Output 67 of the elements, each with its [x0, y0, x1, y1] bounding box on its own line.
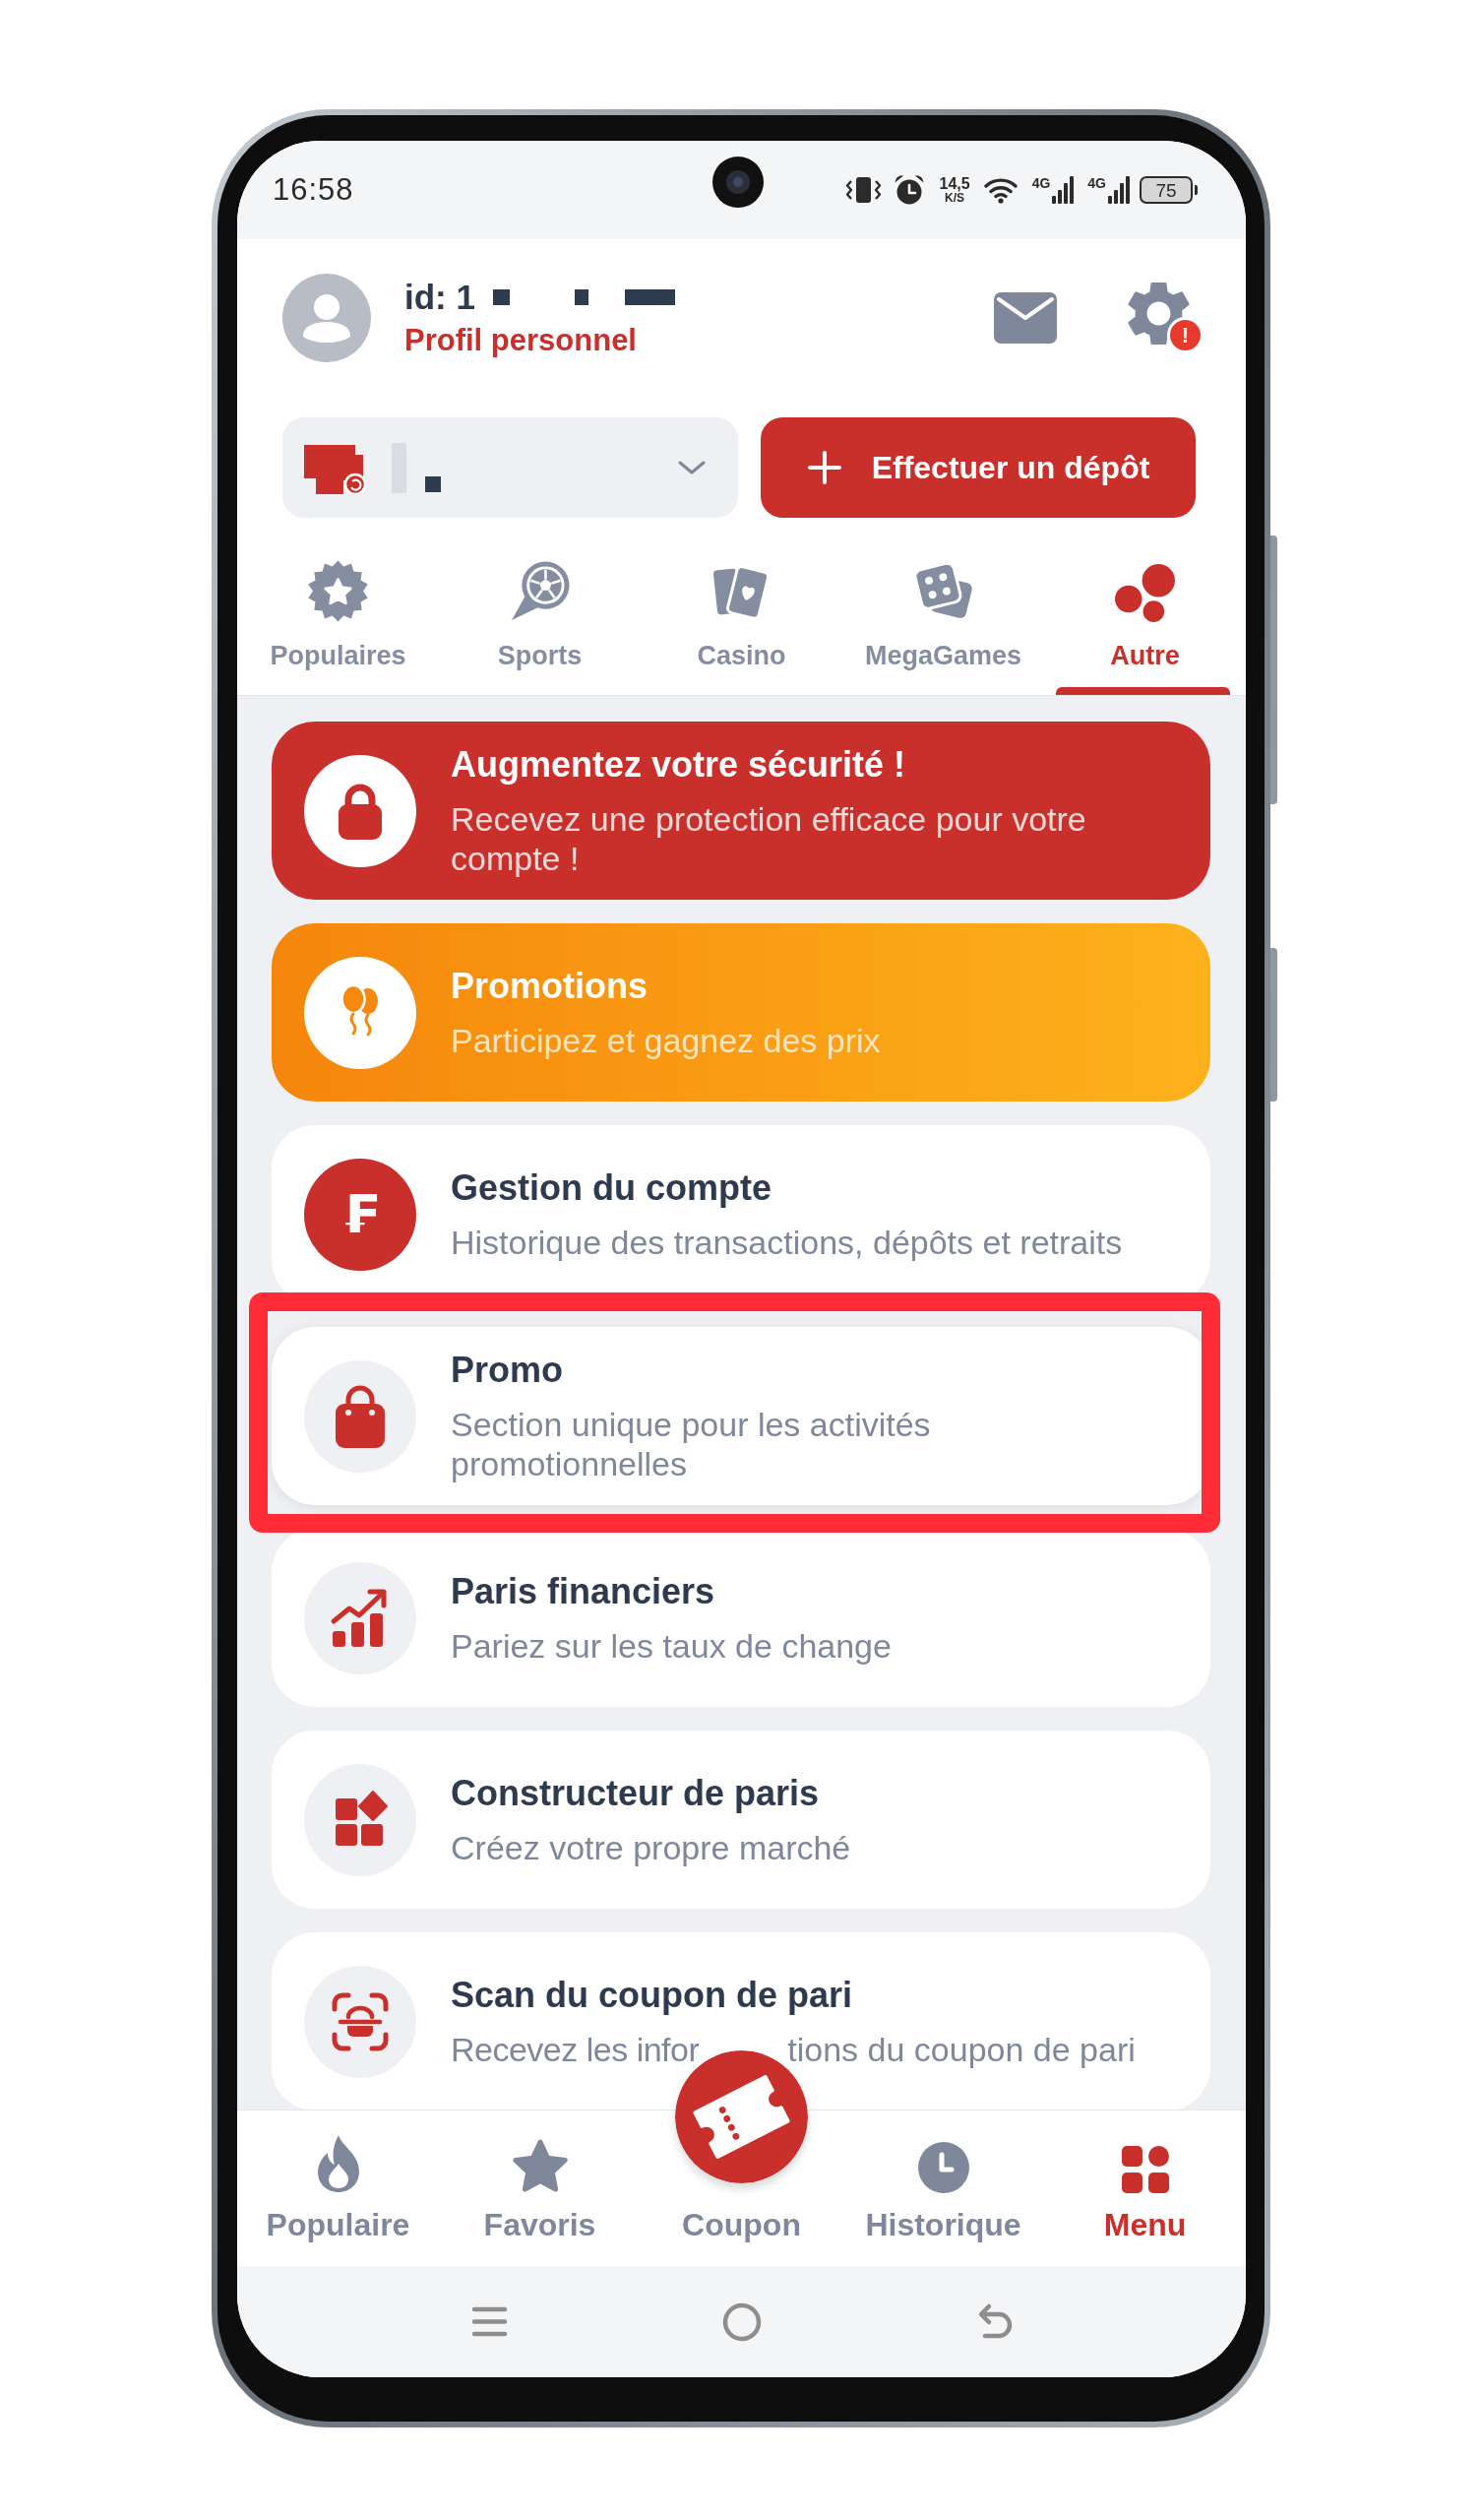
speed-unit: K/S [945, 192, 965, 205]
camera-icon [712, 157, 764, 208]
star-badge-icon [307, 560, 369, 622]
redaction-block [492, 289, 510, 305]
category-tab[interactable]: Autre [1044, 518, 1246, 695]
card-subtitle: tions du coupon de pari [787, 2030, 1136, 2069]
soccer-ball-icon [510, 560, 570, 622]
profile-link[interactable]: Profil personnel [404, 321, 675, 360]
card-subtitle: Pariez sur les taux de change [451, 1626, 893, 1666]
star-icon [510, 2137, 570, 2193]
card-subtitle: Historique des transactions, dépôts et retraits [451, 1223, 1124, 1262]
nav-tab[interactable]: Historique [842, 2110, 1044, 2266]
battery-indicator: 75 [1140, 176, 1198, 204]
redaction-block [574, 289, 588, 305]
clock-time: 16:58 [273, 170, 354, 209]
network-speed: 14,5 [939, 175, 970, 192]
card-title: Scan du coupon de pari [451, 1974, 854, 2017]
card-title: Gestion du compte [451, 1166, 773, 1210]
menu-card[interactable]: Constructeur de paris Créez votre propre marché [272, 1731, 1210, 1909]
network-type: 4G [1031, 176, 1051, 190]
currency-symbol: ₣ [304, 1158, 416, 1271]
nav-tab[interactable]: Populaire [237, 2110, 439, 2266]
card-title: Augmentez votre sécurité ! [451, 743, 907, 787]
card-subtitle: Section unique pour les activités promotionnelles [451, 1405, 932, 1483]
avatar-icon[interactable] [282, 274, 371, 362]
three-circles-icon [1114, 564, 1176, 622]
vibrate-icon [845, 176, 883, 204]
network-type: 4G [1087, 176, 1106, 190]
card-title: Constructeur de paris [451, 1772, 821, 1815]
clock-icon [917, 2142, 969, 2193]
growth-chart-icon [304, 1561, 416, 1674]
card-subtitle: Recevez une protection efficace pour votre compte ! [451, 799, 1087, 878]
redaction-block [624, 289, 675, 305]
signal-icon [1108, 176, 1130, 204]
menu-card[interactable]: Scan du coupon de pari Recevez les infor tions du coupon de pari [272, 1932, 1210, 2110]
balance-dropdown[interactable] [282, 417, 738, 518]
category-tab[interactable]: Populaires [237, 518, 439, 695]
plus-icon [806, 450, 842, 485]
home-icon[interactable] [721, 2301, 762, 2342]
menu-card[interactable]: Augmentez votre sécurité ! Recevez une protection efficace pour votre compte ! [272, 722, 1210, 900]
user-id: id: 1 [404, 277, 475, 318]
shopping-bag-icon [304, 1359, 416, 1473]
nav-tab[interactable]: Favoris [439, 2110, 641, 2266]
deposit-button[interactable]: Effectuer un dépôt [761, 417, 1196, 518]
signal-icon [1052, 176, 1075, 204]
mail-icon[interactable] [994, 292, 1057, 344]
card-subtitle: Créez votre propre marché [451, 1828, 852, 1867]
redaction-block [425, 475, 441, 492]
wifi-icon [982, 176, 1019, 204]
card-subtitle: Recevez les infor [451, 2030, 700, 2069]
balloons-icon [304, 956, 416, 1069]
alert-badge: ! [1167, 317, 1204, 353]
category-tab[interactable]: MegaGames [842, 518, 1044, 695]
category-tab[interactable]: Sports [439, 518, 641, 695]
card-title: Promotions [451, 965, 648, 1008]
category-tab[interactable]: Casino [641, 518, 842, 695]
nav-tab[interactable]: Menu [1044, 2110, 1246, 2266]
alarm-icon [894, 174, 926, 206]
scan-icon [304, 1965, 416, 2078]
widgets-icon [304, 1763, 416, 1876]
menu-icon[interactable] [470, 2305, 508, 2338]
card-title: Promo [451, 1349, 564, 1392]
lock-icon [304, 754, 416, 867]
grid-icon [1121, 2146, 1169, 2193]
chevron-down-icon [677, 460, 707, 475]
card-title: Paris financiers [451, 1570, 716, 1613]
card-subtitle: Participez et gagnez des prix [451, 1021, 882, 1060]
